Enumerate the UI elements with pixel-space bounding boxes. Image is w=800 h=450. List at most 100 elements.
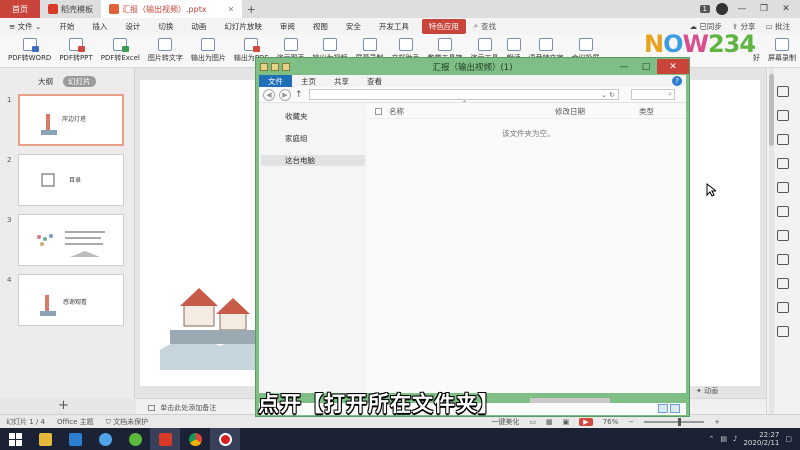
horizontal-scrollbar[interactable] [530,398,610,403]
slide-thumb-2[interactable]: 目录 [18,154,124,206]
close-window-icon[interactable]: ✕ [778,4,794,14]
taskbar-file-explorer[interactable] [30,428,60,450]
menu-view[interactable]: 视图 [304,21,337,32]
shape-icon[interactable] [777,206,789,217]
menu-review[interactable]: 审阅 [271,21,304,32]
properties-icon[interactable] [271,62,279,71]
slide-thumb-1[interactable]: 岸边灯塔 [18,94,124,146]
add-slide-button[interactable]: + [58,398,69,413]
help-icon[interactable]: ? [672,76,682,86]
play-icon[interactable]: ▶ [579,417,593,426]
chart-icon[interactable] [777,230,789,241]
menu-file[interactable]: ≡ 文件 ⌄ [0,21,50,32]
home-tab[interactable]: 首页 [0,0,40,18]
export-image-button[interactable]: 输出为图片 [187,38,230,67]
help-icon[interactable] [777,326,789,337]
details-view-icon[interactable] [658,404,668,413]
menu-security[interactable]: 安全 [337,21,370,32]
menu-slideshow[interactable]: 幻灯片放映 [215,21,271,32]
maximize-icon[interactable]: □ [635,59,657,74]
menu-developer[interactable]: 开发工具 [370,21,418,32]
pdf-to-word-button[interactable]: PDF转WORD [4,38,55,67]
view-read-icon[interactable]: ▣ [563,418,570,426]
taskbar-baidu-netdisk[interactable] [90,428,120,450]
media-icon[interactable] [777,278,789,289]
tab-outline[interactable]: 大纲 [38,76,53,87]
select-all-checkbox[interactable] [375,108,382,115]
taskbar-chrome[interactable] [180,428,210,450]
explorer-search-input[interactable]: ⌕ [631,89,675,100]
nav-favorites[interactable]: 收藏夹 [285,111,308,122]
avatar[interactable] [716,3,728,15]
start-button[interactable] [0,428,30,450]
animation-icon[interactable] [777,158,789,169]
nav-homegroup[interactable]: 家庭组 [285,133,308,144]
file-explorer-window[interactable]: 汇报（输出视频）(1) — □ ✕ 文件 主页 共享 查看 ? ◀ ▶ ↑ ⌄ … [255,57,690,417]
column-name[interactable]: 名称 [389,106,404,117]
folder-icon[interactable] [260,62,268,71]
volume-icon[interactable]: ♪ [733,435,737,443]
animation-pane-button[interactable]: ✦ 动画 [696,386,718,396]
search-box[interactable]: ⌕ 查找 [474,21,496,32]
back-button[interactable]: ◀ [263,88,275,101]
tray-chevron-icon[interactable]: ⌃ [709,435,715,443]
menu-insert[interactable]: 插入 [83,21,116,32]
zoom-level[interactable]: 76% [603,418,619,426]
menu-animation[interactable]: 动画 [182,21,215,32]
column-modified-date[interactable]: 修改日期 [555,106,585,117]
view-grid-icon[interactable]: ▦ [546,418,553,426]
taskbar-store[interactable] [60,428,90,450]
tab-slides[interactable]: 幻灯片 [63,76,96,87]
new-tab-button[interactable]: + [242,0,260,18]
transition-icon[interactable] [777,182,789,193]
pdf-to-excel-button[interactable]: PDF转Excel [97,38,144,67]
taskbar-360-browser[interactable] [120,428,150,450]
system-clock[interactable]: 22:27 2020/2/11 [743,431,779,447]
style-icon[interactable] [777,134,789,145]
tab-docer-templates[interactable]: 稻壳模板 [40,0,101,18]
menu-home[interactable]: 开始 [50,21,83,32]
up-button[interactable]: ↑ [295,90,305,100]
design-icon[interactable] [777,110,789,121]
menu-transition[interactable]: 切换 [149,21,182,32]
tab-home[interactable]: 主页 [292,75,325,87]
slide-thumb-3[interactable] [18,214,124,266]
screen-record-right-button[interactable]: 屏幕录制 [764,38,800,67]
explorer-titlebar[interactable]: 汇报（输出视频）(1) — □ ✕ [256,58,689,75]
dropdown-icon[interactable]: ⌄ [601,91,607,99]
zoom-slider[interactable] [644,417,705,426]
view-normal-icon[interactable]: ▭ [529,418,536,426]
vertical-scrollbar[interactable] [769,68,774,414]
tab-view[interactable]: 查看 [358,75,391,87]
beautify-button[interactable]: 一键美化 [491,417,519,427]
address-bar[interactable]: ⌄ ↻ [309,89,619,100]
large-icons-view-icon[interactable] [670,404,680,413]
tab-file[interactable]: 文件 [259,75,292,87]
theme-name[interactable]: Office 主题 [57,417,94,427]
tab-presentation[interactable]: 汇报（输出视频）.pptx ✕ [101,0,243,18]
settings-icon[interactable] [777,302,789,313]
menu-special-apps[interactable]: 特色应用 [421,18,466,34]
comment-button[interactable]: ▭ 批注 [766,21,790,32]
network-icon[interactable]: ▤ [720,435,727,443]
close-icon[interactable]: ✕ [657,59,689,74]
pdf-to-ppt-button[interactable]: PDF转PPT [55,38,96,67]
minimize-icon[interactable]: — [734,4,750,14]
restore-icon[interactable]: ❐ [756,4,772,14]
zoom-out-icon[interactable]: − [628,418,634,426]
forward-button[interactable]: ▶ [279,88,291,101]
tab-share[interactable]: 共享 [325,75,358,87]
refresh-icon[interactable]: ↻ [609,91,615,99]
zoom-in-icon[interactable]: + [714,418,720,426]
slide-thumb-4[interactable]: 感谢观看 [18,274,124,326]
close-tab-icon[interactable]: ✕ [228,5,235,14]
layout-icon[interactable] [777,86,789,97]
scrollbar-thumb[interactable] [769,74,774,146]
protection-status[interactable]: ⛉ 文档未保护 [106,417,148,427]
minimize-icon[interactable]: — [613,59,635,74]
nav-this-pc[interactable]: 这台电脑 [261,155,365,166]
new-folder-icon[interactable] [282,62,290,71]
column-type[interactable]: 类型 [639,106,654,117]
table-icon[interactable] [777,254,789,265]
file-list[interactable]: 名称 ⌃ 修改日期 类型 该文件夹为空。 [367,100,686,393]
